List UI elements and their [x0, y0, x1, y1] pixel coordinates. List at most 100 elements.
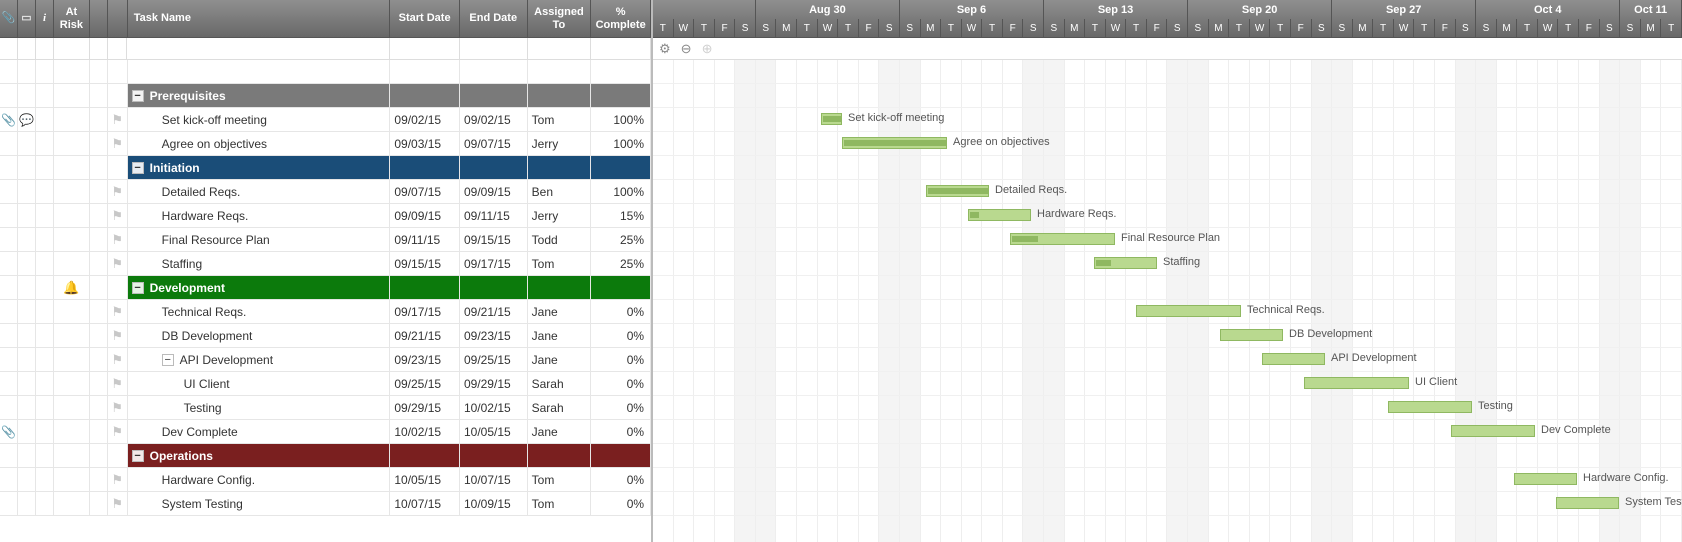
pct-cell[interactable] [591, 156, 651, 179]
risk-cell[interactable] [54, 300, 90, 323]
assigned-cell[interactable]: Ben [528, 180, 592, 203]
gantt-bar[interactable] [1556, 497, 1619, 509]
comment-cell[interactable] [18, 324, 36, 347]
col-header-rowindex[interactable] [90, 0, 108, 37]
day-header[interactable]: T [1229, 19, 1250, 38]
end-date-cell[interactable]: 09/17/15 [460, 252, 528, 275]
day-header[interactable]: S [1312, 19, 1333, 38]
end-date-cell[interactable] [460, 60, 528, 83]
start-date-cell[interactable]: 09/07/15 [390, 180, 460, 203]
table-row[interactable]: ⚑Testing09/29/1510/02/15Sarah0% [0, 396, 651, 420]
gantt-bar[interactable] [1136, 305, 1241, 317]
blank-row[interactable] [0, 60, 651, 84]
day-header[interactable]: S [735, 19, 756, 38]
assigned-cell[interactable]: Jerry [528, 204, 592, 227]
col-header-pct[interactable]: % Complete [591, 0, 651, 37]
gantt-bar[interactable] [926, 185, 989, 197]
end-date-cell[interactable]: 09/21/15 [460, 300, 528, 323]
pct-cell[interactable]: 100% [591, 132, 651, 155]
pct-cell[interactable]: 100% [591, 180, 651, 203]
day-header[interactable]: T [653, 19, 674, 38]
table-row[interactable]: ⚑DB Development09/21/1509/23/15Jane0% [0, 324, 651, 348]
day-header[interactable]: M [1065, 19, 1086, 38]
attachment-cell[interactable] [0, 204, 18, 227]
risk-cell[interactable]: 🔔 [54, 276, 90, 299]
day-header[interactable]: S [1600, 19, 1621, 38]
assigned-cell[interactable]: Tom [528, 252, 592, 275]
flag-cell[interactable]: ⚑ [108, 492, 128, 515]
attachment-cell[interactable] [0, 492, 18, 515]
day-header[interactable]: M [1353, 19, 1374, 38]
start-date-cell[interactable]: 09/03/15 [390, 132, 460, 155]
comment-cell[interactable] [18, 372, 36, 395]
gantt-bar[interactable] [1451, 425, 1535, 437]
start-date-cell[interactable]: 09/29/15 [390, 396, 460, 419]
day-header[interactable]: W [1250, 19, 1271, 38]
risk-cell[interactable] [54, 324, 90, 347]
assigned-cell[interactable] [528, 444, 592, 467]
table-row[interactable]: ⚑−API Development09/23/1509/25/15Jane0% [0, 348, 651, 372]
day-header[interactable]: M [776, 19, 797, 38]
end-date-cell[interactable]: 09/29/15 [460, 372, 528, 395]
day-header[interactable]: F [1291, 19, 1312, 38]
zoom-in-icon[interactable]: ⊕ [702, 41, 713, 57]
task-name-cell[interactable]: −Prerequisites [128, 84, 391, 107]
pct-cell[interactable]: 0% [591, 468, 651, 491]
day-header[interactable]: S [1188, 19, 1209, 38]
start-date-cell[interactable] [390, 60, 460, 83]
comment-cell[interactable] [18, 252, 36, 275]
table-row[interactable]: ⚑Final Resource Plan09/11/1509/15/15Todd… [0, 228, 651, 252]
attachment-cell[interactable] [0, 372, 18, 395]
day-header[interactable]: W [818, 19, 839, 38]
risk-cell[interactable] [54, 492, 90, 515]
assigned-cell[interactable] [528, 276, 592, 299]
risk-cell[interactable] [54, 444, 90, 467]
end-date-cell[interactable]: 09/25/15 [460, 348, 528, 371]
assigned-cell[interactable]: Jerry [528, 132, 592, 155]
collapse-icon[interactable]: − [132, 450, 144, 462]
attachment-cell[interactable] [0, 444, 18, 467]
collapse-icon[interactable]: − [132, 162, 144, 174]
assigned-cell[interactable]: Tom [528, 108, 592, 131]
task-name-cell[interactable]: Hardware Reqs. [128, 204, 391, 227]
flag-cell[interactable] [108, 276, 128, 299]
start-date-cell[interactable]: 10/05/15 [390, 468, 460, 491]
task-name-cell[interactable]: DB Development [128, 324, 391, 347]
flag-cell[interactable]: ⚑ [108, 372, 128, 395]
attachment-cell[interactable] [0, 252, 18, 275]
task-name-cell[interactable]: −Development [128, 276, 391, 299]
flag-cell[interactable]: ⚑ [108, 204, 128, 227]
day-header[interactable]: S [1023, 19, 1044, 38]
zoom-out-icon[interactable]: ⊖ [681, 41, 692, 57]
attachment-cell[interactable] [0, 132, 18, 155]
pct-cell[interactable]: 0% [591, 396, 651, 419]
task-name-cell[interactable]: −Initiation [128, 156, 391, 179]
collapse-icon[interactable]: − [162, 354, 174, 366]
attachment-cell[interactable] [0, 228, 18, 251]
task-name-cell[interactable]: Agree on objectives [128, 132, 391, 155]
task-name-cell[interactable]: Hardware Config. [128, 468, 391, 491]
assigned-cell[interactable]: Jane [528, 348, 592, 371]
attachment-cell[interactable] [0, 396, 18, 419]
day-header[interactable]: F [1147, 19, 1168, 38]
attachment-cell[interactable] [0, 468, 18, 491]
day-header[interactable]: T [941, 19, 962, 38]
day-header[interactable]: T [1414, 19, 1435, 38]
assigned-cell[interactable]: Tom [528, 468, 592, 491]
comment-cell[interactable] [18, 444, 36, 467]
end-date-cell[interactable] [460, 444, 528, 467]
pct-cell[interactable] [591, 84, 651, 107]
table-row[interactable]: ⚑Agree on objectives09/03/1509/07/15Jerr… [0, 132, 651, 156]
assigned-cell[interactable] [528, 84, 592, 107]
comment-cell[interactable] [18, 468, 36, 491]
day-header[interactable]: F [1579, 19, 1600, 38]
table-row[interactable]: ⚑Hardware Reqs.09/09/1509/11/15Jerry15% [0, 204, 651, 228]
col-header-flag[interactable] [108, 0, 128, 37]
gantt-bar[interactable] [1514, 473, 1577, 485]
task-name-cell[interactable]: System Testing [128, 492, 391, 515]
col-header-task-name[interactable]: Task Name [128, 0, 391, 37]
day-header[interactable]: S [879, 19, 900, 38]
pct-cell[interactable]: 0% [591, 300, 651, 323]
day-header[interactable]: F [1435, 19, 1456, 38]
flag-cell[interactable] [108, 444, 128, 467]
